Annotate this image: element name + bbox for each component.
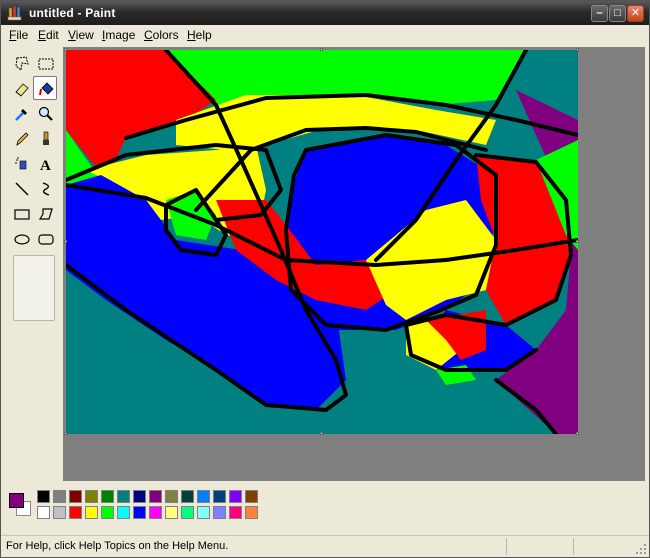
palette-swatch[interactable] — [133, 490, 146, 503]
tool-pick-color[interactable] — [9, 101, 33, 125]
palette-swatch[interactable] — [181, 506, 194, 519]
tool-polygon[interactable] — [33, 201, 57, 225]
palette-swatch[interactable] — [229, 506, 242, 519]
pick-color-icon — [15, 109, 27, 121]
resize-handle-bottom-right[interactable] — [576, 432, 579, 435]
palette-swatch[interactable] — [69, 490, 82, 503]
palette-swatch[interactable] — [37, 506, 50, 519]
curve-icon — [42, 182, 50, 196]
tool-fill-bucket[interactable] — [33, 76, 57, 100]
palette-swatch[interactable] — [229, 490, 242, 503]
current-colors[interactable] — [6, 490, 36, 522]
title-bar[interactable]: untitled - Paint – □ ✕ — [1, 1, 649, 25]
palette-swatch[interactable] — [69, 506, 82, 519]
tool-airbrush[interactable] — [9, 151, 33, 175]
palette-swatch[interactable] — [101, 506, 114, 519]
color-palette — [1, 485, 649, 533]
line-icon — [15, 182, 29, 196]
resize-handle-right[interactable] — [576, 240, 579, 243]
rounded-rectangle-icon — [38, 234, 54, 245]
ellipse-icon — [14, 234, 30, 245]
tool-select[interactable] — [33, 51, 57, 75]
canvas-workspace — [63, 47, 645, 481]
paint-window: untitled - Paint – □ ✕ File Edit View Im… — [0, 0, 650, 558]
paint-app-icon — [7, 5, 22, 21]
free-form-select-icon — [15, 56, 29, 71]
palette-swatch[interactable] — [85, 490, 98, 503]
status-bar: For Help, click Help Topics on the Help … — [1, 535, 649, 557]
palette-swatch[interactable] — [245, 506, 258, 519]
palette-swatch[interactable] — [165, 506, 178, 519]
palette-swatch[interactable] — [117, 506, 130, 519]
menu-image[interactable]: Image — [102, 28, 135, 42]
drawing-canvas[interactable] — [64, 48, 580, 436]
canvas-drawing — [64, 48, 580, 436]
brush-icon — [43, 131, 49, 145]
text-icon: A — [40, 158, 51, 173]
palette-swatch[interactable] — [101, 490, 114, 503]
tool-options-panel[interactable] — [13, 255, 55, 321]
palette-swatch[interactable] — [213, 490, 226, 503]
palette-swatch[interactable] — [149, 490, 162, 503]
palette-swatch[interactable] — [149, 506, 162, 519]
tool-free-form-select[interactable] — [9, 51, 33, 75]
tool-pencil[interactable] — [9, 126, 33, 150]
tool-rectangle[interactable] — [9, 201, 33, 225]
polygon-icon — [38, 208, 53, 220]
maximize-button[interactable]: □ — [609, 5, 626, 22]
tool-eraser[interactable] — [9, 76, 33, 100]
tool-curve[interactable] — [33, 176, 57, 200]
palette-swatch[interactable] — [133, 506, 146, 519]
menu-colors[interactable]: Colors — [144, 28, 179, 42]
select-icon — [38, 58, 54, 70]
palette-swatch[interactable] — [37, 490, 50, 503]
resize-handle-bottom-left — [64, 432, 67, 435]
svg-text:A: A — [40, 158, 51, 173]
resize-handle-top — [320, 48, 323, 51]
palette-swatch[interactable] — [181, 490, 194, 503]
palette-swatch[interactable] — [197, 506, 210, 519]
menu-bar: File Edit View Image Colors Help — [1, 25, 649, 45]
menu-edit[interactable]: Edit — [38, 28, 59, 42]
tool-box: A — [5, 49, 61, 479]
menu-help[interactable]: Help — [187, 28, 212, 42]
resize-handle-top-left — [64, 48, 67, 51]
window-title: untitled - Paint — [29, 6, 116, 20]
status-help-text: For Help, click Help Topics on the Help … — [6, 540, 229, 552]
palette-swatch[interactable] — [53, 490, 66, 503]
resize-handle-left — [64, 240, 67, 243]
foreground-color-swatch[interactable] — [9, 493, 24, 508]
minimize-button[interactable]: – — [591, 5, 608, 22]
airbrush-icon — [15, 157, 27, 170]
tool-magnifier[interactable] — [33, 101, 57, 125]
menu-view[interactable]: View — [68, 28, 94, 42]
tool-ellipse[interactable] — [9, 226, 33, 250]
magnifier-icon — [38, 106, 53, 121]
palette-swatch[interactable] — [85, 506, 98, 519]
close-button[interactable]: ✕ — [627, 5, 644, 22]
status-pane-coords — [506, 538, 571, 555]
tool-text[interactable]: A — [33, 151, 57, 175]
tool-line[interactable] — [9, 176, 33, 200]
status-pane-size — [573, 538, 633, 555]
tool-rounded-rectangle[interactable] — [33, 226, 57, 250]
eraser-icon — [15, 83, 29, 97]
pencil-icon — [16, 132, 29, 146]
tool-brush[interactable] — [33, 126, 57, 150]
resize-grip-icon[interactable] — [635, 543, 647, 555]
rectangle-icon — [14, 209, 30, 220]
fill-bucket-icon — [39, 82, 54, 96]
palette-swatch[interactable] — [117, 490, 130, 503]
palette-swatch[interactable] — [213, 506, 226, 519]
palette-swatch[interactable] — [245, 490, 258, 503]
palette-swatch[interactable] — [53, 506, 66, 519]
palette-swatch[interactable] — [197, 490, 210, 503]
resize-handle-bottom[interactable] — [320, 432, 323, 435]
palette-swatch[interactable] — [165, 490, 178, 503]
menu-file[interactable]: File — [9, 28, 28, 42]
resize-handle-top-right — [576, 48, 579, 51]
